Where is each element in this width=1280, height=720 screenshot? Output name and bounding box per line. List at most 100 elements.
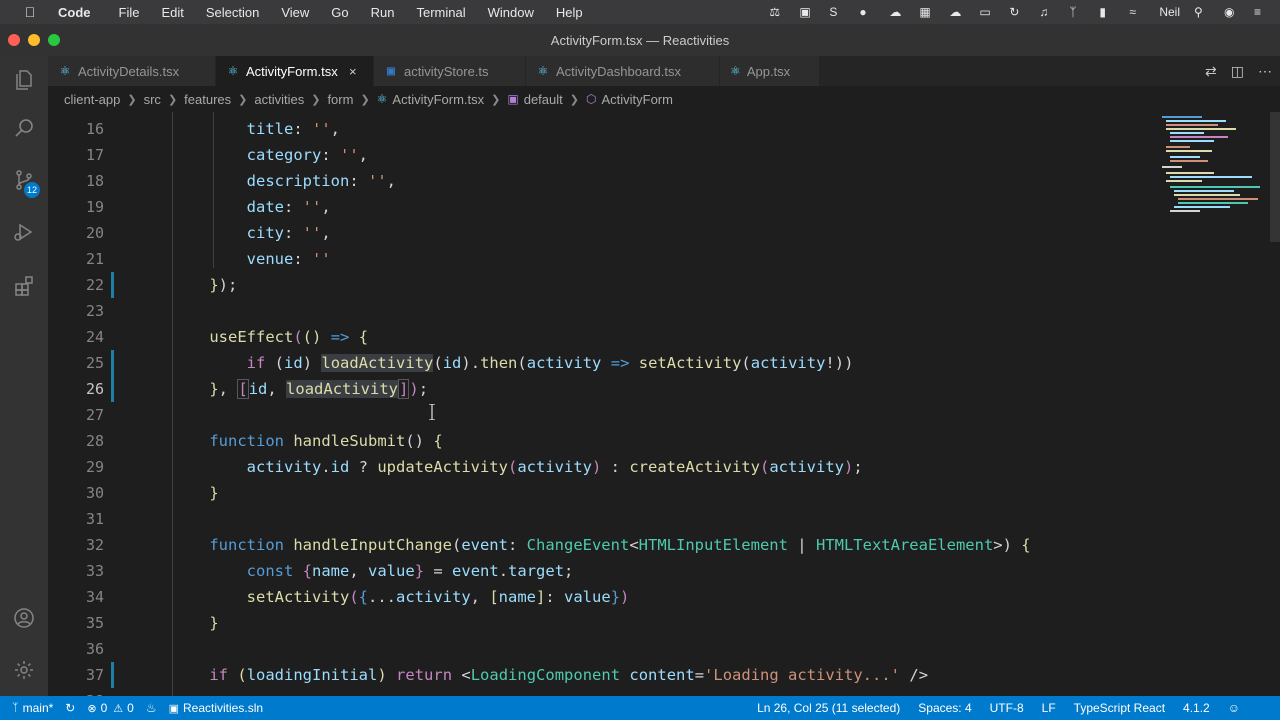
manage-button[interactable] — [0, 646, 48, 694]
tab-label: activityStore.ts — [404, 63, 489, 79]
minimize-window-button[interactable] — [28, 34, 40, 46]
breadcrumb-item[interactable]: form — [327, 92, 353, 107]
window-grid-icon[interactable]: ▦ — [919, 5, 935, 19]
close-icon[interactable]: × — [497, 64, 511, 79]
code-line: 23 — [48, 298, 1158, 324]
menu-file[interactable]: File — [119, 5, 140, 20]
code-line: 32 function handleInputChange(event: Cha… — [48, 532, 1158, 558]
editor-scrollbar[interactable] — [1270, 112, 1280, 696]
search-button[interactable] — [0, 104, 48, 152]
sync-icon[interactable]: ↻ — [65, 701, 75, 715]
app-menu[interactable]: Code — [58, 5, 91, 20]
encoding[interactable]: UTF-8 — [990, 701, 1024, 715]
indentation[interactable]: Spaces: 4 — [918, 701, 971, 715]
battery-icon[interactable]: ▮ — [1099, 5, 1115, 19]
maximize-window-button[interactable] — [48, 34, 60, 46]
tab-activity-details[interactable]: ⚛ ActivityDetails.tsx × — [48, 56, 216, 86]
menu-window[interactable]: Window — [488, 5, 534, 20]
menu-help[interactable]: Help — [556, 5, 583, 20]
wifi-icon[interactable]: ≈ — [1129, 5, 1145, 19]
breadcrumb-item[interactable]: ActivityForm.tsx — [392, 92, 484, 107]
menu-selection[interactable]: Selection — [206, 5, 259, 20]
cursor-position[interactable]: Ln 26, Col 25 (11 selected) — [757, 701, 900, 715]
menu-go[interactable]: Go — [331, 5, 348, 20]
spotlight-icon[interactable]: ⚲ — [1194, 5, 1210, 19]
close-icon[interactable]: × — [346, 64, 360, 79]
feedback-icon[interactable]: ☺ — [1228, 701, 1240, 715]
close-icon[interactable]: × — [689, 64, 703, 79]
breadcrumb-item[interactable]: features — [184, 92, 231, 107]
siri-icon[interactable]: ◉ — [1224, 5, 1240, 19]
tab-activity-store[interactable]: ▣ activityStore.ts × — [374, 56, 526, 86]
extensions-button[interactable] — [0, 262, 48, 310]
line-number: 17 — [85, 146, 104, 164]
tab-label: ActivityForm.tsx — [246, 63, 338, 79]
breadcrumb-item[interactable]: activities — [254, 92, 304, 107]
docker-icon[interactable]: ▣ — [799, 5, 815, 19]
language-mode[interactable]: TypeScript React — [1074, 701, 1165, 715]
time-machine-icon[interactable]: ↻ — [1009, 5, 1025, 19]
code-line: 21 venue: '' — [48, 246, 1158, 272]
breadcrumb-item[interactable]: client-app — [64, 92, 120, 107]
close-window-button[interactable] — [8, 34, 20, 46]
scrollbar-thumb[interactable] — [1270, 112, 1280, 242]
breadcrumb-item[interactable]: default — [524, 92, 563, 107]
line-icon[interactable]: ● — [859, 5, 875, 19]
run-debug-button[interactable] — [0, 208, 48, 256]
code-text: venue: '' — [246, 250, 331, 268]
live-share-icon[interactable]: ♨ — [146, 701, 157, 715]
code-line: 27 — [48, 402, 1158, 428]
breadcrumb-item[interactable]: ActivityForm — [601, 92, 673, 107]
code-editor[interactable]: 16 title: '', 17 category: '', 18 descri… — [48, 112, 1280, 696]
flask-icon[interactable]: ⚖ — [769, 5, 785, 19]
display-icon[interactable]: ▭ — [979, 5, 995, 19]
more-actions-icon[interactable]: ⋯ — [1258, 63, 1272, 80]
code-text: function handleInputChange(event: Change… — [209, 536, 1031, 554]
menu-run[interactable]: Run — [371, 5, 395, 20]
line-number: 34 — [85, 588, 104, 606]
menu-terminal[interactable]: Terminal — [417, 5, 466, 20]
accounts-button[interactable] — [0, 594, 48, 642]
bluetooth-icon[interactable]: ᛉ — [1069, 5, 1085, 19]
volume-icon[interactable]: ♫ — [1039, 5, 1055, 19]
solution-status[interactable]: ▣ Reactivities.sln — [169, 701, 263, 715]
tab-app[interactable]: ⚛ App.tsx × — [720, 56, 820, 86]
code-text: }); — [209, 276, 238, 294]
problems-status[interactable]: ⊗ 0 ⚠ 0 — [87, 701, 133, 715]
typescript-version[interactable]: 4.1.2 — [1183, 701, 1210, 715]
tab-activity-form[interactable]: ⚛ ActivityForm.tsx × — [216, 56, 374, 86]
apple-icon[interactable]:  — [20, 4, 40, 20]
branch-status[interactable]: ᛉ main* — [12, 701, 53, 715]
split-editor-icon[interactable]: ◫ — [1231, 63, 1244, 80]
cloud-icon[interactable]: ☁ — [889, 5, 905, 19]
chevron-right-icon: ❯ — [238, 93, 248, 106]
close-icon[interactable]: × — [798, 64, 809, 79]
breadcrumb-item[interactable]: src — [144, 92, 161, 107]
line-number: 16 — [85, 120, 104, 138]
code-text: } — [209, 614, 219, 632]
explorer-button[interactable] — [0, 56, 48, 104]
tab-activity-dashboard[interactable]: ⚛ ActivityDashboard.tsx × — [526, 56, 720, 86]
code-line: 36 — [48, 636, 1158, 662]
minimap[interactable] — [1158, 112, 1270, 696]
code-text: description: '', — [246, 172, 396, 190]
control-center-icon[interactable]: ≡ — [1254, 5, 1270, 19]
line-number: 31 — [85, 510, 104, 528]
user-name[interactable]: Neil — [1159, 5, 1180, 19]
menu-edit[interactable]: Edit — [161, 5, 183, 20]
editor-tabs: ⚛ ActivityDetails.tsx × ⚛ ActivityForm.t… — [48, 56, 1280, 86]
typescript-icon: ▣ — [386, 65, 396, 77]
source-control-button[interactable]: 12 — [0, 156, 48, 204]
compare-changes-icon[interactable]: ⇄ — [1205, 63, 1217, 80]
chevron-right-icon: ❯ — [311, 93, 321, 106]
react-icon: ⚛ — [376, 92, 388, 106]
code-text: setActivity({...activity, [name]: value}… — [246, 588, 630, 606]
end-of-line[interactable]: LF — [1042, 701, 1056, 715]
s-app-icon[interactable]: S — [829, 5, 845, 19]
line-number: 27 — [85, 406, 104, 424]
line-number: 19 — [85, 198, 104, 216]
code-text: useEffect(() => { — [209, 328, 369, 346]
cloud-filled-icon[interactable]: ☁ — [949, 5, 965, 19]
menu-view[interactable]: View — [281, 5, 309, 20]
close-icon[interactable]: × — [187, 64, 201, 79]
